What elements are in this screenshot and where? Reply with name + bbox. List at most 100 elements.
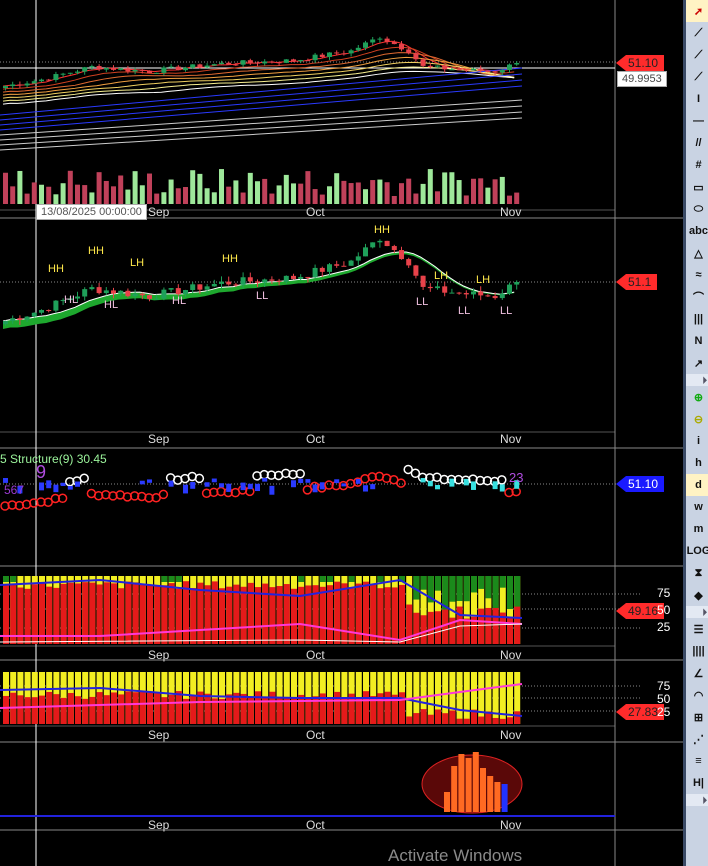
grid-tool-icon[interactable]: ⊞ (686, 706, 708, 728)
month-label: Sep (148, 205, 170, 219)
triangle-tool-icon[interactable]: △ (686, 242, 708, 264)
crosshair-date-label: 13/08/2025 00:00:00 (36, 204, 147, 220)
daily-tool-icon[interactable]: d (686, 474, 708, 496)
oscillator-bar-red (3, 583, 9, 644)
arcs-tool-icon[interactable]: ◠ (686, 684, 708, 706)
oscillator2-bar-red (82, 698, 89, 724)
swing-label: LL (256, 290, 268, 302)
price2-candle (183, 290, 188, 295)
arrow-tool-icon[interactable]: ↗ (686, 352, 708, 374)
hand-tool-icon[interactable]: h (686, 452, 708, 474)
oscillator-bar-green (377, 576, 384, 582)
oscillator-bar-red (413, 612, 420, 644)
volume-bar (406, 178, 412, 204)
oscillator-bar-red (456, 606, 463, 644)
price-candle (118, 68, 124, 70)
chart-canvas[interactable]: HH HH LH HH HH LH LH HL HL HL LL LL LL LL (0, 0, 683, 866)
oscillator-bar-red (226, 586, 233, 644)
oscillator2-bar-red (384, 691, 391, 724)
price2-candle (10, 318, 16, 321)
structure-bar (341, 483, 347, 487)
horizontal-line-tool-icon[interactable]: — (686, 110, 708, 132)
price-candle (499, 69, 505, 73)
price-candle (420, 59, 426, 66)
more-tool-icon[interactable]: ⏵ (686, 374, 708, 386)
pointer-tool-icon[interactable]: ➚ (686, 0, 708, 22)
fan-tool-icon[interactable]: ∠ (686, 662, 708, 684)
price2-candle (219, 281, 224, 284)
fib-arcs-tool-icon[interactable]: ≈ (686, 264, 708, 286)
oscillator2-bar-red (147, 692, 153, 724)
price-candle (204, 65, 210, 68)
price-candle (190, 64, 196, 68)
ellipse-tool-icon[interactable]: ⬭ (686, 198, 708, 220)
volume-bar (435, 191, 440, 204)
oscillator2-bar-red (46, 691, 53, 724)
oscillator2-bar-red (463, 718, 470, 724)
zoom-out-tool-icon[interactable]: ⊖ (686, 408, 708, 430)
zigzag-tool-icon[interactable]: N (686, 330, 708, 352)
swing-label: LH (476, 274, 490, 286)
structure-bar (226, 483, 232, 492)
price-candle (276, 62, 282, 64)
price2-candle (391, 246, 397, 251)
more-tool-icon[interactable]: ⏵ (686, 794, 708, 806)
month-label: Sep (148, 432, 170, 446)
oscillator2-bar-red (507, 717, 513, 724)
text-tool-icon[interactable]: abc (686, 220, 708, 242)
volume-bar (17, 170, 23, 204)
volume-bar (427, 169, 433, 204)
price-candle (147, 70, 152, 73)
oscillator-bar-green (3, 576, 9, 582)
volume-bar (204, 188, 210, 204)
structure-bar (204, 482, 210, 487)
volume-bar (96, 172, 102, 204)
oscillator-bar-red (507, 617, 513, 644)
arc-tool-icon[interactable]: ⌒ (686, 286, 708, 308)
volume-bar (269, 193, 275, 204)
volume-bar (139, 185, 145, 204)
oscillator-bar-red (291, 588, 297, 644)
price2-candle (240, 277, 246, 285)
price-candle (283, 59, 289, 63)
fit-tool-icon[interactable]: ◆ (686, 584, 708, 606)
oscillator-bar-red (175, 588, 182, 644)
price2-candle (190, 284, 196, 291)
volume-bar (485, 187, 491, 204)
count-right: 23 (509, 470, 524, 485)
oscillator-bar-green (507, 576, 513, 610)
line-tool-icon[interactable]: ⟋ (686, 22, 708, 44)
oscillator-bar-red (348, 588, 355, 644)
volume-bar (463, 195, 469, 204)
histogram-bar (501, 784, 508, 812)
swing-label: HL (172, 295, 186, 307)
vertical-lines-tool-icon[interactable]: |||| (686, 640, 708, 662)
oscillator-bar-red (355, 583, 362, 644)
ray-tool-icon[interactable]: ⟋ (686, 44, 708, 66)
pitchfork-tool-icon[interactable]: # (686, 154, 708, 176)
structure-bar (262, 478, 268, 482)
extended-line-tool-icon[interactable]: ⟋ (686, 66, 708, 88)
info-tool-icon[interactable]: i (686, 430, 708, 452)
speed-lines-tool-icon[interactable]: ≡ (686, 750, 708, 772)
volume-bar (147, 173, 152, 204)
LOG-tool-icon[interactable]: LOG (686, 540, 708, 562)
cycle-lines-tool-icon[interactable]: ||| (686, 308, 708, 330)
volume-bar (384, 182, 390, 204)
time-zones-tool-icon[interactable]: H| (686, 772, 708, 794)
gann-lines-tool-icon[interactable]: ☰ (686, 618, 708, 640)
fit-vertical-tool-icon[interactable]: ⧗ (686, 562, 708, 584)
rectangle-tool-icon[interactable]: ▭ (686, 176, 708, 198)
more-tool-icon[interactable]: ⏵ (686, 606, 708, 618)
weekly-tool-icon[interactable]: w (686, 496, 708, 518)
vertical-line-tool-icon[interactable]: I (686, 88, 708, 110)
structure-indicator-title: 5 Structure(9) 30.45 (0, 452, 107, 466)
zoom-in-tool-icon[interactable]: ⊕ (686, 386, 708, 408)
price2-candle (298, 276, 304, 279)
volume-bar (276, 185, 282, 204)
monthly-tool-icon[interactable]: m (686, 518, 708, 540)
parallel-channel-tool-icon[interactable]: // (686, 132, 708, 154)
fib-fan-tool-icon[interactable]: ⋰ (686, 728, 708, 750)
month-label: Nov (500, 648, 522, 662)
price2-candle (312, 267, 318, 278)
